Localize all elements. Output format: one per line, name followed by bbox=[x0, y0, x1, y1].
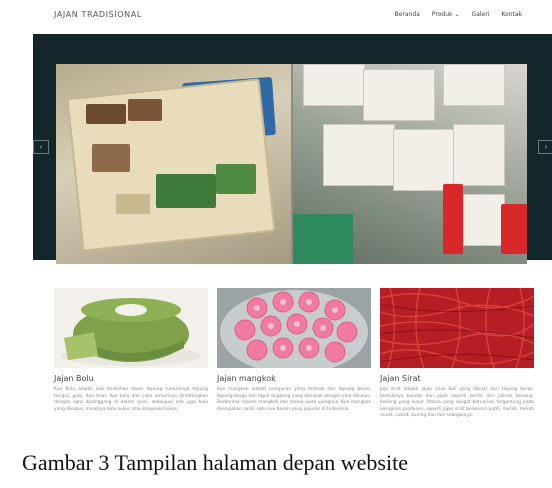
snack-box bbox=[303, 64, 365, 106]
nav-produk[interactable]: Produk ⌄ bbox=[432, 11, 460, 18]
snack-box bbox=[323, 124, 395, 186]
red-packet bbox=[501, 204, 527, 254]
product-description: Kue Bolu adalah kue berbahan dasar tepun… bbox=[54, 387, 208, 412]
product-title[interactable]: Jajan Bolu bbox=[54, 374, 208, 383]
site-brand[interactable]: JAJAN TRADISIONAL bbox=[54, 10, 142, 19]
product-image-bolu bbox=[54, 288, 208, 368]
nav-kontak[interactable]: Kontak bbox=[501, 11, 522, 18]
nav-beranda[interactable]: Beranda bbox=[395, 11, 420, 18]
product-title[interactable]: Jajan Sirat bbox=[380, 374, 534, 383]
chevron-right-icon: › bbox=[544, 142, 548, 151]
nav-galeri[interactable]: Galeri bbox=[472, 11, 490, 18]
slide-photo-right bbox=[293, 64, 527, 264]
snack-box bbox=[453, 124, 505, 186]
snack-pack bbox=[116, 194, 150, 214]
hero-slider: ‹ › bbox=[33, 34, 552, 264]
snack-box bbox=[363, 69, 435, 121]
figure-caption-text: Gambar 3 Tampilan halaman depan website bbox=[22, 450, 408, 475]
chevron-left-icon: ‹ bbox=[39, 142, 43, 151]
snack-pack bbox=[86, 104, 126, 124]
product-image-sirat bbox=[380, 288, 534, 368]
main-nav: Beranda Produk ⌄ Galeri Kontak bbox=[395, 11, 522, 18]
figure-caption: Gambar 3 Tampilan halaman depan website bbox=[0, 450, 552, 476]
snack-pack bbox=[128, 99, 162, 121]
snack-pack bbox=[156, 174, 216, 208]
snack-box bbox=[463, 194, 505, 246]
red-packet bbox=[443, 184, 463, 254]
product-title[interactable]: Jajan mangkok bbox=[217, 374, 371, 383]
green-cloth bbox=[293, 214, 353, 264]
slider-next-button[interactable]: › bbox=[538, 140, 552, 154]
nav-produk-label: Produk bbox=[431, 11, 453, 18]
product-card-mangkok[interactable]: Jajan mangkok Kue mangkok adalah pengana… bbox=[217, 288, 371, 413]
site-header: JAJAN TRADISIONAL Beranda Produk ⌄ Galeri… bbox=[0, 0, 552, 34]
slider-prev-button[interactable]: ‹ bbox=[33, 140, 49, 154]
slider-image bbox=[56, 64, 527, 264]
snack-pack bbox=[216, 164, 256, 194]
snack-box bbox=[393, 129, 455, 191]
chevron-down-icon: ⌄ bbox=[454, 11, 460, 18]
product-description: Jaja sirat adalah jajan khas Bali yang d… bbox=[380, 387, 534, 419]
product-card-bolu[interactable]: Jajan Bolu Kue Bolu adalah kue berbahan … bbox=[54, 288, 208, 413]
product-card-sirat[interactable]: Jajan Sirat Jaja sirat adalah jajan khas… bbox=[380, 288, 534, 420]
product-description: Kue mangkok adalah penganan yang terbuat… bbox=[217, 387, 371, 412]
product-image-mangkok bbox=[217, 288, 371, 368]
snack-pack bbox=[92, 144, 130, 172]
slide-photo-left bbox=[56, 64, 291, 264]
snack-box bbox=[443, 64, 505, 106]
